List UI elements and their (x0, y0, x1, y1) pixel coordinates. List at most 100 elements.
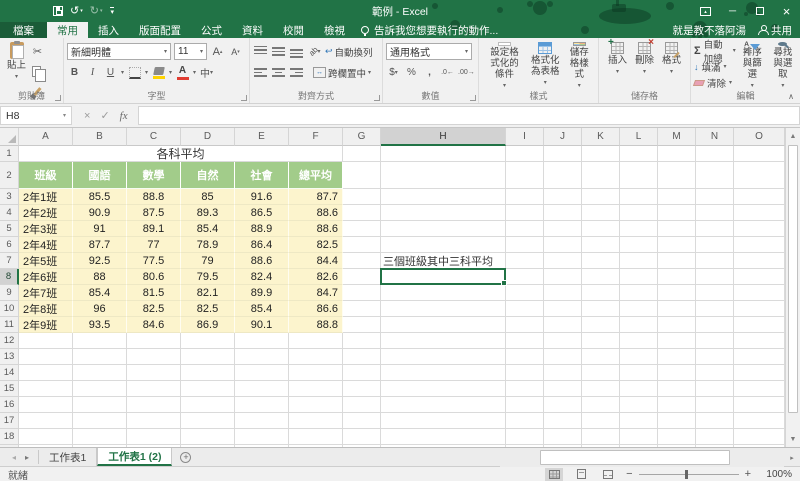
cell-L14[interactable] (620, 365, 658, 381)
cell-G16[interactable] (343, 397, 381, 413)
cell-C7[interactable]: 77.5 (127, 253, 181, 269)
zoom-slider[interactable] (639, 470, 739, 479)
font-name-combo[interactable]: 新細明體▾ (67, 43, 171, 60)
underline-caret-icon[interactable]: ▾ (121, 70, 124, 76)
cell-N13[interactable] (696, 349, 734, 365)
row-header-8[interactable]: 8 (0, 269, 19, 285)
insert-cells-button[interactable]: 插入 ▾ (604, 41, 631, 90)
column-header-L[interactable]: L (620, 128, 658, 146)
cell-O15[interactable] (734, 381, 785, 397)
cell-K4[interactable] (582, 205, 620, 221)
cell-B4[interactable]: 90.9 (73, 205, 127, 221)
page-break-view-button[interactable] (599, 468, 617, 481)
borders-caret-icon[interactable]: ▾ (145, 70, 148, 76)
cell-H3[interactable] (381, 189, 506, 205)
cell-J5[interactable] (544, 221, 582, 237)
merged-title-cell[interactable]: 各科平均 (19, 146, 343, 162)
cell-I9[interactable] (506, 285, 544, 301)
horizontal-scroll-thumb[interactable] (540, 450, 730, 465)
scroll-down-icon[interactable]: ▼ (786, 431, 800, 447)
cell-O16[interactable] (734, 397, 785, 413)
cell-N4[interactable] (696, 205, 734, 221)
grow-font-button[interactable]: A▴ (210, 43, 225, 60)
cell-D11[interactable]: 86.9 (181, 317, 235, 333)
cell-C11[interactable]: 84.6 (127, 317, 181, 333)
cell-M3[interactable] (658, 189, 696, 205)
cell-G13[interactable] (343, 349, 381, 365)
cell-M10[interactable] (658, 301, 696, 317)
cell-E14[interactable] (235, 365, 289, 381)
tab-公式[interactable]: 公式 (191, 22, 232, 38)
cell-O14[interactable] (734, 365, 785, 381)
cell-H10[interactable] (381, 301, 506, 317)
cell-E2[interactable]: 社會 (235, 162, 289, 189)
cell-F10[interactable]: 86.6 (289, 301, 343, 317)
cell-N10[interactable] (696, 301, 734, 317)
cell-E15[interactable] (235, 381, 289, 397)
new-sheet-button[interactable]: + (180, 448, 191, 466)
column-header-K[interactable]: K (582, 128, 620, 146)
cell-B2[interactable]: 國語 (73, 162, 127, 189)
cell-G6[interactable] (343, 237, 381, 253)
cell-E11[interactable]: 90.1 (235, 317, 289, 333)
cell-A16[interactable] (19, 397, 73, 413)
vertical-scroll-thumb[interactable] (788, 145, 798, 413)
maximize-button[interactable] (746, 0, 773, 22)
cell-styles-button[interactable]: 儲存格樣式 ▾ (563, 41, 595, 90)
undo-button[interactable]: ↺▾ (70, 6, 83, 17)
column-header-C[interactable]: C (127, 128, 181, 146)
cell-C12[interactable] (127, 333, 181, 349)
cell-O8[interactable] (734, 269, 785, 285)
cell-K9[interactable] (582, 285, 620, 301)
sort-filter-button[interactable]: AZ 排序與篩選 ▾ (736, 41, 769, 90)
cell-A6[interactable]: 2年4班 (19, 237, 73, 253)
cell-M14[interactable] (658, 365, 696, 381)
cell-N6[interactable] (696, 237, 734, 253)
align-right-button[interactable] (289, 64, 304, 81)
cell-D8[interactable]: 79.5 (181, 269, 235, 285)
cell-M17[interactable] (658, 413, 696, 429)
cell-D13[interactable] (181, 349, 235, 365)
copy-button[interactable]: ▾ (30, 63, 45, 80)
cell-G4[interactable] (343, 205, 381, 221)
cell-J12[interactable] (544, 333, 582, 349)
cell-L17[interactable] (620, 413, 658, 429)
customize-qat-button[interactable]: ▾ (109, 7, 114, 16)
cell-G10[interactable] (343, 301, 381, 317)
cell-I4[interactable] (506, 205, 544, 221)
cell-G12[interactable] (343, 333, 381, 349)
enter-button[interactable]: ✓ (100, 109, 109, 122)
cell-J3[interactable] (544, 189, 582, 205)
cell-H16[interactable] (381, 397, 506, 413)
cell-N12[interactable] (696, 333, 734, 349)
fill-color-caret-icon[interactable]: ▾ (169, 70, 172, 76)
cell-B14[interactable] (73, 365, 127, 381)
number-dialog-launcher[interactable] (470, 95, 476, 101)
cell-B12[interactable] (73, 333, 127, 349)
close-button[interactable]: × (773, 0, 800, 22)
tab-版面配置[interactable]: 版面配置 (129, 22, 191, 38)
cell-G2[interactable] (343, 162, 381, 189)
number-format-combo[interactable]: 通用格式▾ (386, 43, 472, 60)
cell-A13[interactable] (19, 349, 73, 365)
cell-G8[interactable] (343, 269, 381, 285)
shrink-font-button[interactable]: A▾ (228, 43, 243, 60)
fill-button[interactable]: ↓填滿▾ (694, 60, 736, 75)
cell-M16[interactable] (658, 397, 696, 413)
column-header-A[interactable]: A (19, 128, 73, 146)
cell-N15[interactable] (696, 381, 734, 397)
cell-D3[interactable]: 85 (181, 189, 235, 205)
cell-A12[interactable] (19, 333, 73, 349)
cell-L12[interactable] (620, 333, 658, 349)
tab-file[interactable]: 檔案 (0, 22, 47, 38)
cell-B11[interactable]: 93.5 (73, 317, 127, 333)
cell-L10[interactable] (620, 301, 658, 317)
cell-B13[interactable] (73, 349, 127, 365)
orientation-button[interactable]: ab▾ (307, 43, 322, 60)
cell-H5[interactable] (381, 221, 506, 237)
bold-button[interactable]: B (67, 64, 82, 81)
cell-M12[interactable] (658, 333, 696, 349)
tab-檢視[interactable]: 檢視 (314, 22, 355, 38)
cell-F2[interactable]: 總平均 (289, 162, 343, 189)
cell-H12[interactable] (381, 333, 506, 349)
